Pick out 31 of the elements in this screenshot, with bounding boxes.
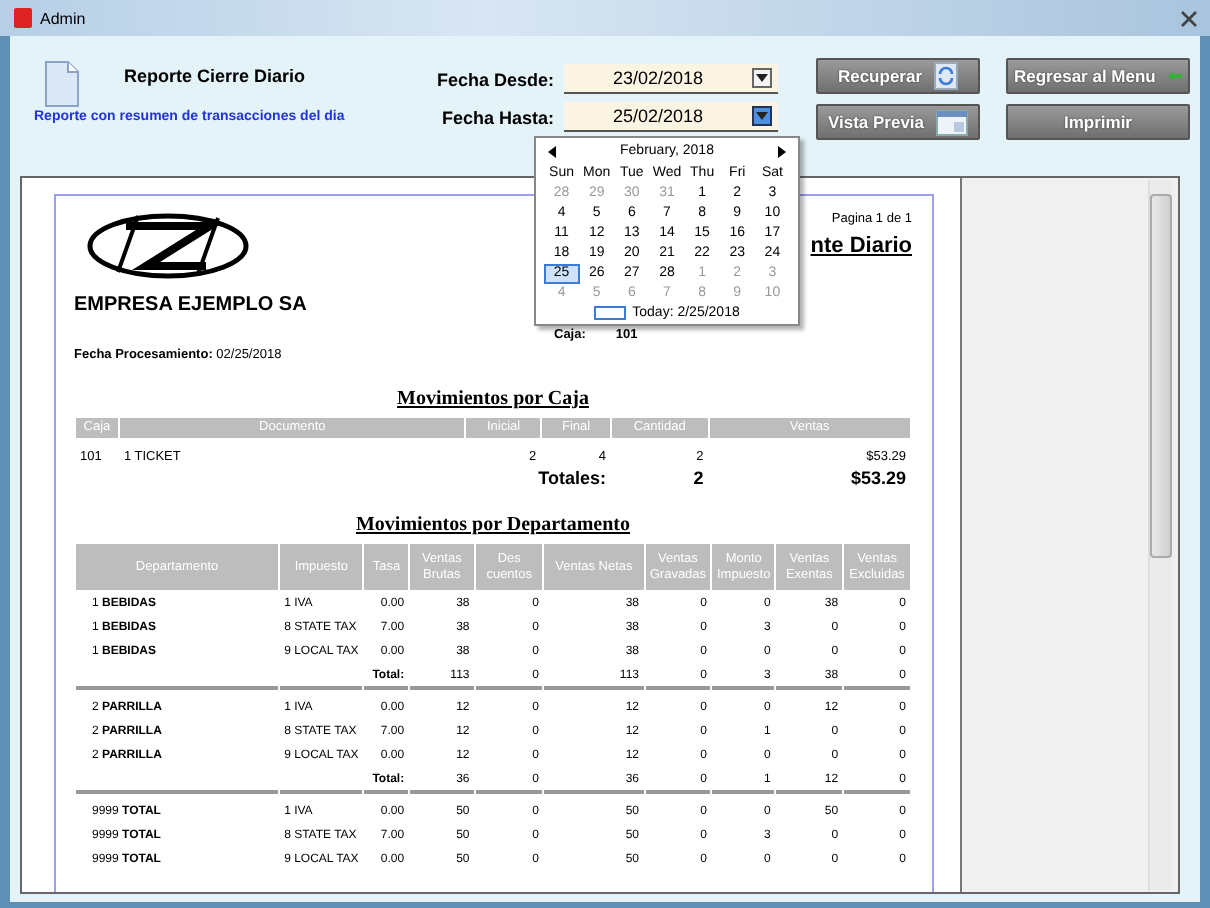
caret-icon (756, 74, 768, 82)
arrow-left-icon (1167, 66, 1182, 86)
app-icon (14, 8, 32, 28)
caret-icon (756, 112, 768, 120)
field-label: Fecha Hasta: (439, 107, 554, 127)
scrollbar[interactable] (1148, 180, 1172, 890)
dropdown-button[interactable] (752, 68, 772, 88)
close-icon[interactable] (1180, 9, 1198, 27)
section-title: Movimientos por Caja (397, 388, 589, 410)
company-name: EMPRESA EJEMPLO SA (74, 294, 307, 316)
total-value: 2 (693, 468, 704, 488)
today-marker-icon (594, 306, 627, 320)
refresh-icon (934, 62, 959, 90)
totals-label: Totales: (538, 468, 606, 488)
previous-month-icon[interactable] (548, 145, 556, 157)
field-label: Fecha Desde: (434, 69, 554, 89)
action-button[interactable]: Vista Previa (816, 104, 980, 140)
total-value: $53.29 (850, 468, 906, 488)
window-icon (936, 109, 969, 135)
action-button[interactable]: Recuperar (816, 58, 980, 94)
date-field[interactable]: 23/02/2018 (564, 64, 778, 94)
next-month-icon[interactable] (777, 145, 786, 157)
scrollbar-thumb[interactable] (1150, 194, 1172, 558)
action-button[interactable]: Regresar al Menu (1006, 58, 1190, 94)
report-heading: nte Diario (810, 234, 912, 258)
action-button[interactable]: Imprimir (1006, 104, 1190, 140)
report-title: Reporte Cierre Diario (124, 66, 306, 86)
window-title: Admin (40, 9, 86, 27)
date-field[interactable]: 25/02/2018 (564, 102, 778, 132)
document-icon (44, 60, 80, 108)
section-title: Movimientos por Departamento (355, 514, 631, 536)
